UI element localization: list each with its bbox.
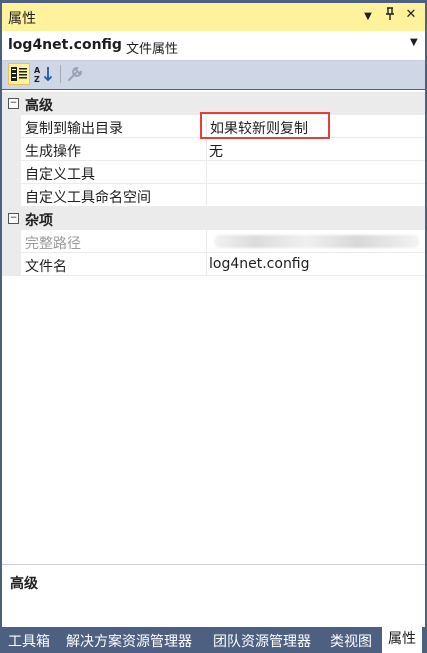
property-grid: − 高级 复制到输出目录 如果较新则复制 生成操作 无 自定义工具 自定义工具命… [2,90,425,564]
tab-class-view[interactable]: 类视图 [330,631,372,651]
property-row[interactable]: 生成操作 无 [2,138,425,161]
property-value[interactable]: 无 [209,141,223,161]
object-name: log4net.config [8,37,122,53]
property-name: 文件名 [25,259,67,275]
chevron-down-icon[interactable]: ▼ [410,37,418,48]
collapse-toggle-icon[interactable]: − [8,98,19,109]
wrench-icon[interactable] [64,63,86,85]
svg-text:Z: Z [34,75,40,83]
collapse-toggle-icon[interactable]: − [8,213,19,224]
svg-text:A: A [34,66,41,75]
properties-toolbar: A Z [2,61,425,89]
object-selector[interactable]: log4net.config 文件属性 ▼ [2,31,425,61]
description-heading: 高级 [10,576,38,592]
property-row[interactable]: 自定义工具 [2,161,425,184]
tab-properties[interactable]: 属性 [382,627,422,653]
description-pane: 高级 [2,564,425,627]
properties-window: 属性 ▼ ✕ log4net.config 文件属性 ▼ A Z − 高级 复制… [0,0,427,653]
tab-toolbox[interactable]: 工具箱 [8,631,50,651]
category-misc[interactable]: − 杂项 [2,207,425,230]
property-name: 生成操作 [25,144,81,160]
categorized-icon[interactable] [8,63,30,85]
property-name: 完整路径 [25,236,81,252]
tab-team-explorer[interactable]: 团队资源管理器 [213,631,311,651]
property-value[interactable]: log4net.config [209,256,310,272]
category-label: 高级 [25,98,53,114]
property-name: 自定义工具命名空间 [25,190,151,206]
property-name: 自定义工具 [25,167,95,183]
redacted-value [214,235,419,248]
panel-title-bar[interactable]: 属性 ▼ ✕ [2,3,425,31]
property-name: 复制到输出目录 [25,121,123,137]
tab-solution-explorer[interactable]: 解决方案资源管理器 [66,631,192,651]
highlight-box [200,112,330,139]
toolbar-separator [60,65,61,83]
property-row[interactable]: 自定义工具命名空间 [2,184,425,207]
pin-icon[interactable] [382,7,398,25]
sort-az-icon[interactable]: A Z [33,63,55,85]
close-icon[interactable]: ✕ [403,7,419,22]
property-row[interactable]: 文件名 log4net.config [2,253,425,276]
panel-title: 属性 [8,11,36,27]
category-label: 杂项 [25,213,53,229]
bottom-tab-strip: 工具箱 解决方案资源管理器 团队资源管理器 类视图 属性 [0,627,427,653]
property-row[interactable]: 完整路径 [2,230,425,253]
window-position-dropdown-icon[interactable]: ▼ [360,11,376,22]
object-type: 文件属性 [126,42,179,57]
